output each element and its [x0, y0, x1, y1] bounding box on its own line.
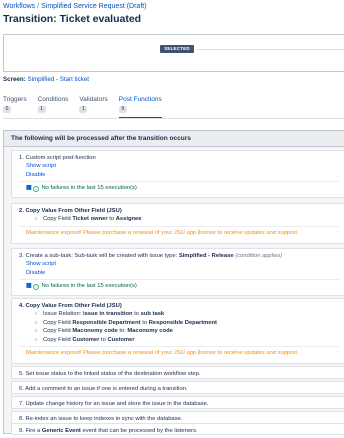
selected-transition-badge[interactable]: SELECTED	[160, 45, 194, 53]
divider	[19, 279, 339, 281]
post-function-title: 1. Custom script post-function	[19, 155, 96, 161]
post-function-title: 4. Copy Value From Other Field (JSU)	[19, 303, 122, 309]
post-function-item: 1. Custom script post-function Show scri…	[11, 150, 344, 198]
divider	[19, 181, 339, 183]
post-function-item: 3. Create a sub-task: Sub-task will be c…	[11, 248, 344, 296]
maintenance-warning: Maintenance expired! Please purchase a r…	[26, 229, 299, 236]
post-function-item: 6. Add a comment to an issue if one is e…	[11, 381, 344, 394]
show-script-link[interactable]: Show script	[26, 261, 56, 267]
post-function-item: 2. Copy Value From Other Field (JSU) Cop…	[11, 203, 344, 244]
tab-count-badge: 1	[79, 106, 88, 113]
post-function-item: 9. Fire a Generic Event event that can b…	[11, 423, 344, 435]
transition-tabs: Triggers 0 Conditions 1 Validators 1 Pos…	[3, 96, 173, 119]
copy-field-item: Copy Field Customer to Customer	[35, 336, 344, 345]
tab-triggers[interactable]: Triggers 0	[3, 96, 27, 116]
execution-status[interactable]: ▩ ✓ No failures in the last 15 execution(s…	[19, 184, 344, 192]
maintenance-warning: Maintenance expired! Please purchase a r…	[26, 350, 299, 357]
breadcrumb-separator: /	[37, 3, 40, 10]
copy-field-item: Copy Field Ticket owner to Assignee	[35, 215, 344, 224]
execution-status[interactable]: ▩ ✓ No failures in the last 15 execution(s…	[19, 282, 344, 290]
check-circle-icon: ✓	[33, 283, 40, 290]
disable-link[interactable]: Disable	[26, 172, 45, 178]
tab-label: Post Functions	[118, 96, 162, 103]
copy-field-item: Issue Relation: issue in transition to s…	[35, 310, 344, 319]
workflow-diagram[interactable]	[3, 34, 344, 72]
post-function-title: 5. Set issue status to the linked status…	[19, 371, 201, 377]
post-function-item: 4. Copy Value From Other Field (JSU) Iss…	[11, 298, 344, 364]
copy-field-item: Copy Field Maconomy code to: Maconomy co…	[35, 327, 344, 336]
disable-link[interactable]: Disable	[26, 270, 45, 276]
tab-label: Triggers	[3, 96, 27, 103]
post-functions-panel: The following will be processed after th…	[3, 130, 344, 435]
tabs-divider	[3, 118, 344, 119]
tab-label: Conditions	[37, 96, 69, 103]
breadcrumb-workflow-link[interactable]: Simplified Service Request (Draft)	[41, 3, 146, 10]
divider	[19, 346, 339, 348]
copy-field-item: Copy Field Responsible Department to Res…	[35, 319, 344, 328]
screen-row: Screen: Simplified - Start ticket	[3, 76, 89, 83]
post-function-title: 6. Add a comment to an issue if one is e…	[19, 386, 188, 392]
execution-status-text: No failures in the last 15 execution(s)	[41, 185, 137, 192]
tab-validators[interactable]: Validators 1	[79, 96, 108, 116]
divider	[19, 225, 339, 227]
check-circle-icon: ✓	[33, 185, 40, 192]
panel-header: The following will be processed after th…	[4, 131, 344, 147]
tab-count-badge: 0	[3, 106, 11, 113]
post-function-title: 2. Copy Value From Other Field (JSU)	[19, 208, 122, 214]
tab-count-badge: 9	[118, 106, 127, 113]
screen-label: Screen:	[3, 76, 26, 83]
show-script-link[interactable]: Show script	[26, 163, 56, 169]
tab-post-functions[interactable]: Post Functions 9	[118, 96, 162, 119]
diagram-transition-line	[197, 49, 344, 50]
post-function-title: 7. Update change history for an issue an…	[19, 401, 209, 407]
execution-status-text: No failures in the last 15 execution(s)	[41, 283, 137, 290]
bar-chart-icon: ▩	[26, 283, 32, 290]
tab-conditions[interactable]: Conditions 1	[37, 96, 69, 116]
breadcrumb: Workflows / Simplified Service Request (Dr…	[3, 3, 147, 10]
post-function-item: 5. Set issue status to the linked status…	[11, 366, 344, 379]
screen-link[interactable]: Simplified - Start ticket	[27, 76, 89, 83]
page-title: Transition: Ticket evaluated	[3, 13, 142, 25]
tab-label: Validators	[79, 96, 108, 103]
breadcrumb-workflows-link[interactable]: Workflows	[3, 3, 35, 10]
tab-count-badge: 1	[37, 106, 46, 113]
post-function-title: 9. Fire a Generic Event event that can b…	[19, 428, 198, 434]
post-function-item: 7. Update change history for an issue an…	[11, 396, 344, 409]
bar-chart-icon: ▩	[26, 185, 32, 192]
post-function-title: 3. Create a sub-task: Sub-task will be c…	[19, 253, 283, 259]
